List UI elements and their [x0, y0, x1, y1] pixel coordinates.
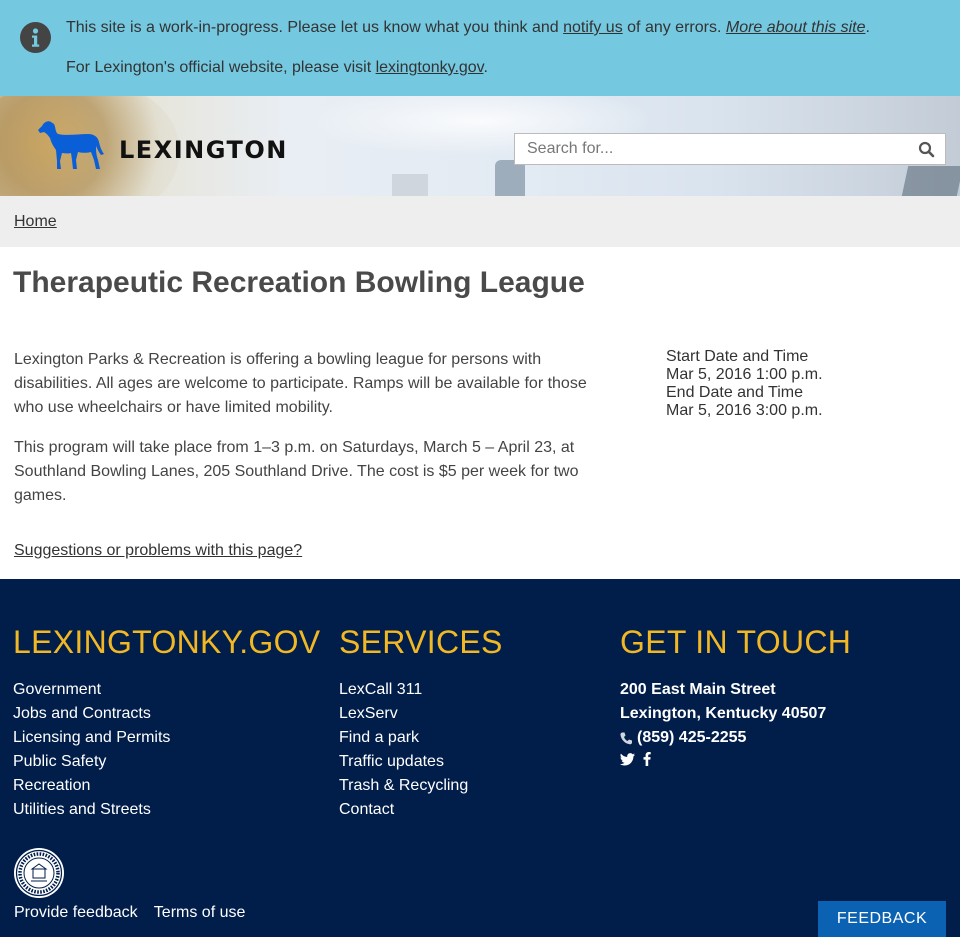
breadcrumb-home-link[interactable]: Home: [14, 213, 57, 231]
provide-feedback-link[interactable]: Provide feedback: [14, 904, 138, 921]
notice-line-1: This site is a work-in-progress. Please …: [66, 19, 870, 37]
header-background: [392, 174, 428, 196]
logo-wordmark: LEXINGTON: [119, 136, 288, 164]
notice-text: .: [483, 59, 488, 76]
list-item: Contact: [339, 798, 468, 822]
list-item: Recreation: [13, 774, 170, 798]
breadcrumb: Home: [0, 196, 960, 247]
site-logo[interactable]: LEXINGTON: [38, 120, 293, 170]
city-seal-icon: [13, 847, 65, 899]
site-header: LEXINGTON: [0, 96, 960, 196]
notice-text: .: [865, 19, 870, 36]
description-paragraph: Lexington Parks & Recreation is offering…: [14, 351, 587, 416]
footer-bottom-links: Provide feedback Terms of use: [14, 904, 257, 922]
terms-of-use-link[interactable]: Terms of use: [154, 904, 246, 921]
footer-heading-get-in-touch: GET IN TOUCH: [620, 624, 852, 660]
footer-links-services: LexCall 311 LexServ Find a park Traffic …: [339, 678, 468, 822]
header-background: [495, 160, 525, 196]
footer-link-recreation[interactable]: Recreation: [13, 777, 90, 794]
social-links: [620, 750, 826, 774]
notice-line-2: For Lexington's official website, please…: [66, 59, 488, 77]
contact-info: 200 East Main Street Lexington, Kentucky…: [620, 678, 826, 774]
header-background: [901, 166, 960, 196]
phone-link[interactable]: (859) 425-2255: [637, 726, 746, 750]
search-input[interactable]: [515, 134, 905, 164]
magnifier-icon: [918, 141, 935, 158]
facebook-icon[interactable]: [643, 750, 651, 774]
footer-link-jobs[interactable]: Jobs and Contracts: [13, 705, 151, 722]
notify-us-link[interactable]: notify us: [563, 19, 623, 36]
footer-link-licensing[interactable]: Licensing and Permits: [13, 729, 170, 746]
info-circle-icon: [20, 22, 51, 53]
list-item: LexServ: [339, 702, 468, 726]
search-box: [514, 133, 946, 165]
notice-text: of any errors.: [622, 19, 726, 36]
page-title: Therapeutic Recreation Bowling League: [13, 266, 585, 299]
official-site-link[interactable]: lexingtonky.gov: [376, 59, 484, 76]
footer-links-lexingtonky: Government Jobs and Contracts Licensing …: [13, 678, 170, 822]
footer-link-trash[interactable]: Trash & Recycling: [339, 777, 468, 794]
site-footer: LEXINGTONKY.GOV Government Jobs and Cont…: [0, 579, 960, 937]
more-about-site-link[interactable]: More about this site: [726, 19, 866, 36]
list-item: Traffic updates: [339, 750, 468, 774]
suggestions-link[interactable]: Suggestions or problems with this page?: [14, 542, 302, 560]
notice-banner: This site is a work-in-progress. Please …: [0, 0, 960, 96]
address-line-2: Lexington, Kentucky 40507: [620, 705, 827, 722]
footer-link-government[interactable]: Government: [13, 681, 101, 698]
notice-text: For Lexington's official website, please…: [66, 59, 376, 76]
footer-link-utilities[interactable]: Utilities and Streets: [13, 801, 151, 818]
list-item: Licensing and Permits: [13, 726, 170, 750]
twitter-icon[interactable]: [620, 750, 635, 774]
event-description: Lexington Parks & Recreation is offering…: [14, 348, 614, 524]
footer-link-lexcall[interactable]: LexCall 311: [339, 681, 422, 698]
footer-heading-services: SERVICES: [339, 624, 503, 660]
address-line-1: 200 East Main Street: [620, 681, 776, 698]
end-date-value: Mar 5, 2016 3:00 p.m.: [666, 402, 823, 419]
event-dates: Start Date and Time Mar 5, 2016 1:00 p.m…: [666, 348, 823, 420]
description-paragraph: This program will take place from 1–3 p.…: [14, 439, 579, 504]
end-date-label: End Date and Time: [666, 384, 803, 401]
footer-link-traffic[interactable]: Traffic updates: [339, 753, 444, 770]
footer-link-lexserv[interactable]: LexServ: [339, 705, 398, 722]
phone-row: (859) 425-2255: [620, 726, 826, 750]
list-item: Find a park: [339, 726, 468, 750]
footer-heading-lexingtonky: LEXINGTONKY.GOV: [13, 624, 321, 660]
list-item: Utilities and Streets: [13, 798, 170, 822]
footer-link-contact[interactable]: Contact: [339, 801, 394, 818]
feedback-button[interactable]: FEEDBACK: [818, 901, 946, 937]
list-item: Jobs and Contracts: [13, 702, 170, 726]
footer-link-find-park[interactable]: Find a park: [339, 729, 419, 746]
list-item: LexCall 311: [339, 678, 468, 702]
start-date-value: Mar 5, 2016 1:00 p.m.: [666, 366, 823, 383]
list-item: Trash & Recycling: [339, 774, 468, 798]
notice-text: This site is a work-in-progress. Please …: [66, 19, 564, 36]
footer-link-public-safety[interactable]: Public Safety: [13, 753, 106, 770]
list-item: Public Safety: [13, 750, 170, 774]
start-date-label: Start Date and Time: [666, 348, 809, 365]
search-button[interactable]: [917, 140, 937, 160]
list-item: Government: [13, 678, 170, 702]
phone-icon: [620, 732, 632, 744]
horse-icon: [38, 121, 104, 169]
